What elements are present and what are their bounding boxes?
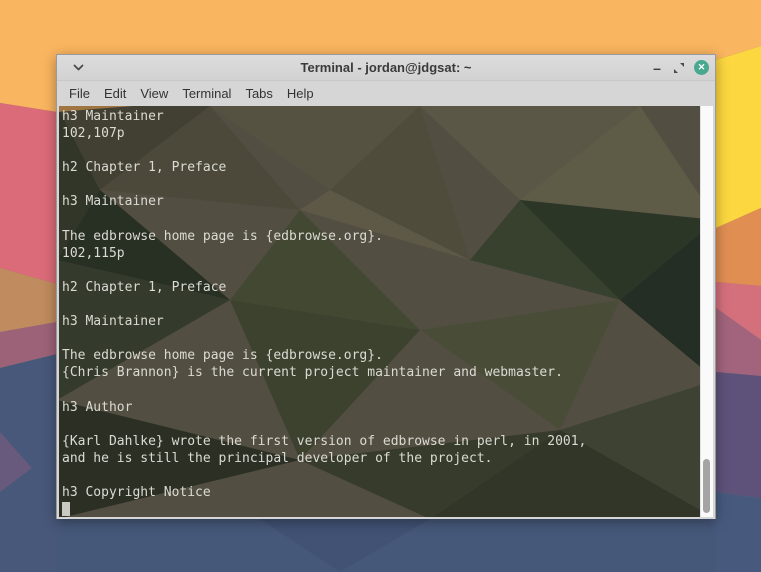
restore-button[interactable] — [668, 63, 690, 73]
terminal-line: h3 Copyright Notice — [62, 484, 697, 501]
terminal-line — [62, 262, 697, 279]
terminal-line: {Karl Dahlke} wrote the first version of… — [62, 433, 697, 450]
terminal-window: Terminal - jordan@jdgsat: ~ – ✕ File Edi… — [56, 54, 716, 519]
menubar: File Edit View Terminal Tabs Help — [57, 81, 715, 106]
wallpaper-polygon — [716, 372, 761, 498]
menu-file[interactable]: File — [62, 81, 97, 106]
titlebar[interactable]: Terminal - jordan@jdgsat: ~ – ✕ — [57, 55, 715, 81]
desktop: Terminal - jordan@jdgsat: ~ – ✕ File Edi… — [0, 0, 761, 572]
restore-icon — [674, 63, 684, 73]
menu-view[interactable]: View — [133, 81, 175, 106]
terminal-line: and he is still the principal developer … — [62, 450, 697, 467]
terminal-line: h3 Maintainer — [62, 313, 697, 330]
wallpaper-polygon — [716, 492, 761, 572]
window-menu-button[interactable] — [73, 64, 84, 72]
wallpaper-polygon — [0, 103, 57, 284]
terminal-output[interactable]: h3 Maintainer 102,107p h2 Chapter 1, Pre… — [59, 106, 713, 517]
close-icon: ✕ — [698, 63, 706, 72]
terminal-line: h3 Author — [62, 399, 697, 416]
terminal-line: h2 Chapter 1, Preface — [62, 279, 697, 296]
terminal-line: h2 Chapter 1, Preface — [62, 159, 697, 176]
terminal-frame: h3 Maintainer 102,107p h2 Chapter 1, Pre… — [57, 106, 715, 519]
close-button[interactable]: ✕ — [694, 60, 709, 75]
menu-edit[interactable]: Edit — [97, 81, 133, 106]
terminal-line: 102,107p — [62, 125, 697, 142]
minimize-button[interactable]: – — [646, 57, 668, 79]
menu-help[interactable]: Help — [280, 81, 321, 106]
chevron-down-icon — [73, 64, 84, 72]
terminal-line: h3 Maintainer — [62, 108, 697, 125]
terminal-line — [62, 382, 697, 399]
menu-terminal[interactable]: Terminal — [175, 81, 238, 106]
terminal-line: The edbrowse home page is {edbrowse.org}… — [62, 347, 697, 364]
terminal-line: {Chris Brannon} is the current project m… — [62, 364, 697, 381]
terminal-line — [62, 416, 697, 433]
wallpaper-polygon — [716, 46, 761, 228]
terminal-cursor-line — [62, 501, 697, 517]
cursor-block — [62, 502, 70, 516]
terminal-line — [62, 142, 697, 159]
scrollbar-track[interactable] — [700, 106, 713, 517]
terminal-line — [62, 330, 697, 347]
terminal-line — [62, 296, 697, 313]
window-title: Terminal - jordan@jdgsat: ~ — [57, 60, 715, 75]
terminal-line — [62, 467, 697, 484]
terminal-text: h3 Maintainer 102,107p h2 Chapter 1, Pre… — [62, 108, 697, 517]
terminal-line — [62, 176, 697, 193]
terminal-line: h3 Maintainer — [62, 193, 697, 210]
terminal-line: 102,115p — [62, 245, 697, 262]
scrollbar-thumb[interactable] — [703, 459, 710, 513]
menu-tabs[interactable]: Tabs — [238, 81, 279, 106]
terminal-line — [62, 211, 697, 228]
window-controls: – ✕ — [646, 57, 715, 79]
terminal-line: The edbrowse home page is {edbrowse.org}… — [62, 228, 697, 245]
